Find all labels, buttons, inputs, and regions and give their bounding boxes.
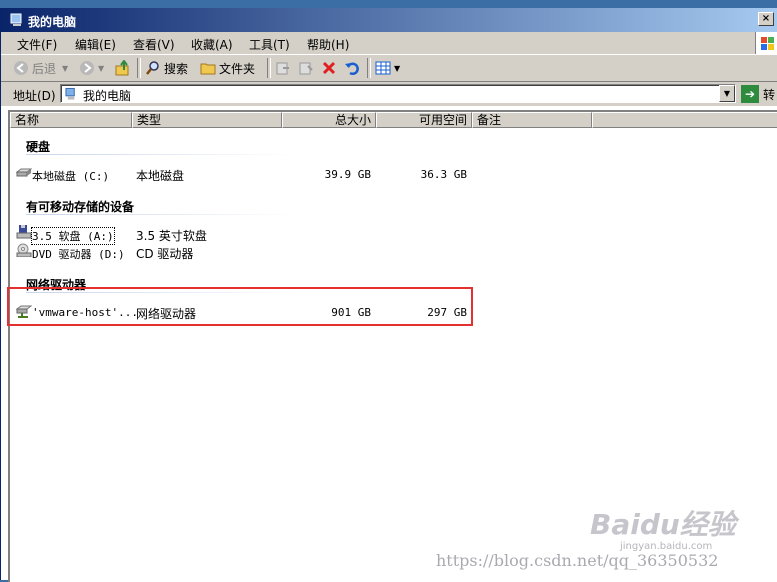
toolbar-separator (267, 58, 271, 78)
windows-flag-icon (755, 32, 777, 54)
toolbar-separator (137, 58, 141, 78)
delete-x-icon (322, 61, 336, 75)
move-to-icon (276, 62, 289, 75)
group-title-removable-storage: 有可移动存储的设备 (26, 200, 135, 214)
item-total-size: 39.9 GB (324, 168, 371, 181)
close-button[interactable]: × (758, 12, 774, 26)
folder-icon (200, 63, 216, 75)
group-divider (26, 154, 296, 155)
toolbar: 后退 ▼ ▼ 搜索 文件夹 ▼ (1, 55, 777, 82)
views-button[interactable]: ▼ (375, 59, 400, 77)
csdn-watermark-url: https://blog.csdn.net/qq_36350532 (436, 551, 719, 570)
back-dropdown-icon[interactable]: ▼ (62, 64, 68, 73)
back-label: 后退 (32, 61, 57, 76)
window-title: 我的电脑 (28, 15, 77, 29)
folders-button[interactable]: 文件夹 (200, 59, 255, 77)
address-label: 地址(D) (13, 89, 56, 103)
group-divider (26, 214, 296, 215)
address-value: 我的电脑 (83, 89, 132, 103)
undo-icon (345, 62, 359, 75)
title-bar[interactable]: 我的电脑 × (1, 8, 777, 32)
views-dropdown-icon[interactable]: ▼ (394, 64, 400, 73)
group-title-hard-disks: 硬盘 (26, 140, 51, 154)
column-header-free-space[interactable]: 可用空间 (376, 112, 472, 128)
go-arrow-icon: ➔ (741, 85, 759, 103)
toolbar-separator (367, 58, 371, 78)
go-label: 转 (763, 87, 776, 102)
go-button[interactable]: ➔ 转 (741, 85, 775, 103)
column-header-filler (592, 112, 777, 128)
forward-arrow-icon (80, 61, 94, 75)
address-bar: 地址(D) 我的电脑 ▼ ➔ 转 (1, 82, 777, 106)
copy-to-icon (299, 62, 313, 75)
delete-button[interactable] (321, 59, 340, 77)
my-computer-icon (10, 13, 22, 26)
menu-file[interactable]: 文件(F) (17, 36, 57, 53)
column-header-total-size[interactable]: 总大小 (282, 112, 376, 128)
my-computer-icon (65, 87, 75, 100)
address-input[interactable]: 我的电脑 ▼ (60, 84, 736, 103)
menu-help[interactable]: 帮助(H) (307, 36, 349, 53)
views-grid-icon (375, 61, 391, 75)
folders-label: 文件夹 (219, 61, 256, 76)
menu-tools[interactable]: 工具(T) (249, 36, 290, 53)
menu-favorites[interactable]: 收藏(A) (191, 36, 233, 53)
back-arrow-icon (14, 61, 28, 75)
item-type: 本地磁盘 (136, 169, 185, 183)
address-dropdown-button[interactable]: ▼ (719, 85, 735, 102)
search-icon (146, 61, 159, 75)
column-header-comments[interactable]: 备注 (472, 112, 592, 128)
item-type: CD 驱动器 (136, 247, 194, 261)
forward-dropdown-icon[interactable]: ▼ (98, 64, 104, 73)
menu-bar: 文件(F) 编辑(E) 查看(V) 收藏(A) 工具(T) 帮助(H) (1, 32, 777, 55)
item-name: 3.5 软盘 (A:) (31, 227, 115, 245)
forward-button[interactable]: ▼ (79, 59, 104, 77)
column-header-name[interactable]: 名称 (10, 112, 132, 128)
menu-view[interactable]: 查看(V) (133, 36, 175, 53)
item-free-space: 36.3 GB (420, 168, 467, 181)
baidu-watermark-logo: Baidu经验 (590, 508, 736, 541)
move-to-button[interactable] (275, 59, 294, 77)
copy-to-button[interactable] (298, 59, 317, 77)
undo-button[interactable] (344, 59, 363, 77)
item-name: DVD 驱动器 (D:) (32, 248, 125, 261)
search-button[interactable]: 搜索 (145, 59, 188, 77)
back-button[interactable]: 后退 ▼ (13, 59, 68, 77)
highlight-box (7, 287, 473, 326)
floppy-drive-icon (16, 225, 32, 239)
up-folder-icon (115, 60, 129, 76)
item-name: 本地磁盘 (C:) (32, 170, 110, 183)
item-type: 3.5 英寸软盘 (136, 229, 207, 243)
search-label: 搜索 (164, 61, 189, 76)
dvd-drive-icon (16, 243, 32, 257)
hard-disk-icon (16, 168, 32, 177)
up-folder-button[interactable] (115, 59, 134, 77)
menu-edit[interactable]: 编辑(E) (75, 36, 116, 53)
column-header-type[interactable]: 类型 (132, 112, 282, 128)
